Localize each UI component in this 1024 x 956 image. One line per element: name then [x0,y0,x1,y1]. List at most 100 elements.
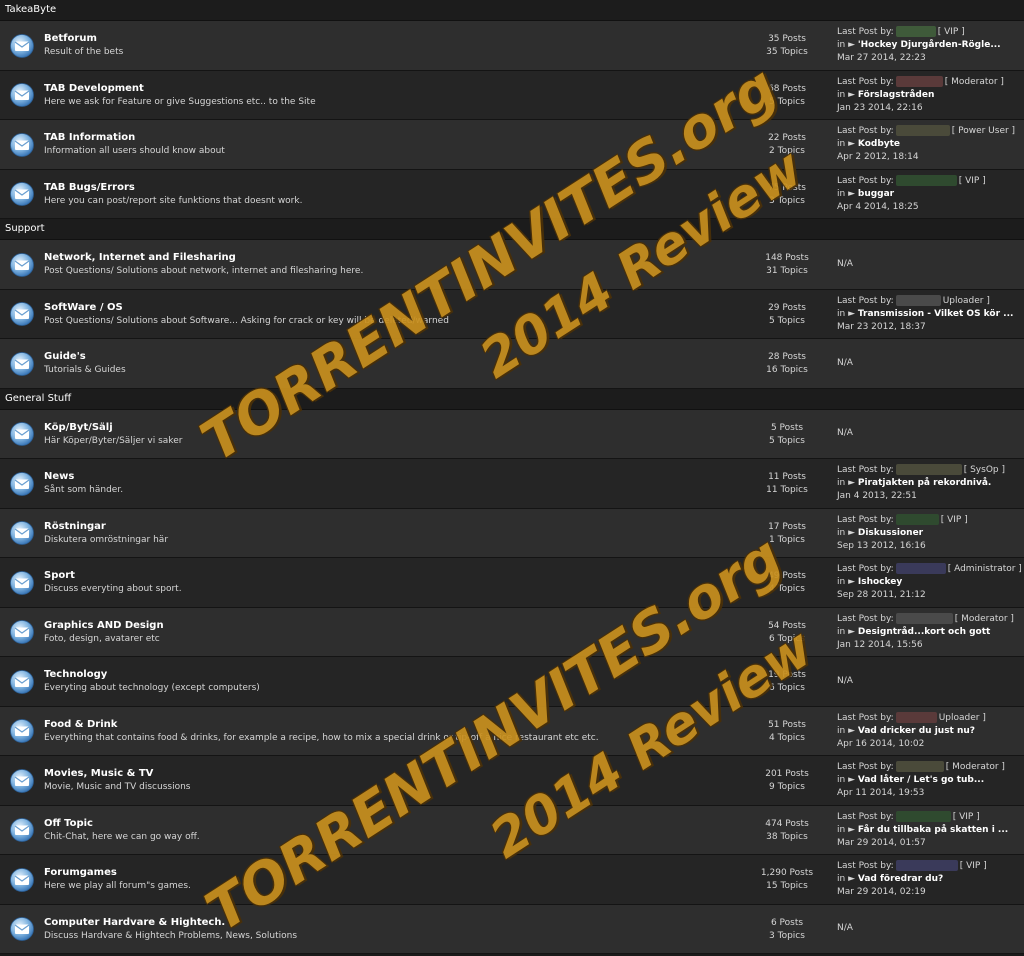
blurred-username[interactable] [895,125,950,136]
last-post-label: Last Post by: [837,811,894,822]
user-role: Uploader ] [942,295,990,306]
forum-title[interactable]: Network, Internet and Filesharing [44,252,236,263]
in-label: in ► [837,139,855,149]
forum-row[interactable]: TAB Development Here we ask for Feature o… [0,70,1024,120]
blurred-username[interactable] [895,612,953,624]
forum-description: Foto, design, avatarer etc [44,633,160,644]
forum-title[interactable]: Technology [44,669,107,680]
last-post-topic-link[interactable]: Diskussioner [858,528,923,538]
blurred-username[interactable] [895,860,958,871]
last-post-topic-link[interactable]: Förslagstråden [858,90,935,100]
forum-row[interactable]: TAB Information Information all users sho… [0,120,1024,170]
forum-title[interactable]: SoftWare / OS [44,302,123,313]
forum-stats: 474 Posts 38 Topics [752,818,822,844]
forum-row[interactable]: Köp/Byt/Sälj Här Köper/Byter/Säljer vi sa… [0,409,1024,459]
blurred-username[interactable] [895,711,937,723]
last-post: Last Post by: [ Moderator ] in ► Vad låter… [837,761,1005,800]
last-post-topic-line: in ► 'Hockey Djurgården-Rögle... [837,39,1001,52]
forum-title[interactable]: Guide's [44,351,86,362]
forum-title[interactable]: Computer Hardvare & Hightech. [44,917,225,928]
forum-row[interactable]: TAB Bugs/Errors Here you can post/report … [0,169,1024,219]
last-post-topic-line: in ► Transmission - Vilket OS kör ... [837,308,1013,321]
last-post-topic-link[interactable]: buggar [858,189,894,199]
forum-row[interactable]: Off Topic Chit-Chat, here we can go way o… [0,805,1024,855]
forum-row[interactable]: Food & Drink Everything that contains foo… [0,706,1024,756]
last-post-label: Last Post by: [837,762,894,772]
post-count: 11 Posts [768,472,806,482]
last-post-topic-link[interactable]: Transmission - Vilket OS kör ... [858,309,1014,319]
mail-envelope-icon [10,132,34,157]
last-post: Last Post by: [ Administrator ] in ► Ishoc… [837,563,1022,602]
forum-row[interactable]: Forumgames Here we play all forum"s games… [0,855,1024,905]
post-count: 17 Posts [768,521,806,532]
blurred-username[interactable] [895,75,943,87]
forum-title[interactable]: Forumgames [44,867,117,878]
last-post-none: N/A [837,428,853,439]
last-post-date: Apr 2 2012, 18:14 [837,152,919,162]
forum-row[interactable]: Computer Hardvare & Hightech. Discuss Har… [0,904,1024,954]
forum-title[interactable]: Betforum [44,33,97,44]
forum-stats: 148 Posts 31 Topics [752,252,822,278]
last-post-topic-link[interactable]: 'Hockey Djurgården-Rögle... [858,40,1001,50]
forum-title[interactable]: Röstningar [44,521,106,532]
last-post: Last Post by: [ Moderator ] in ► Designtrå… [837,612,1014,652]
forum-title[interactable]: Off Topic [44,818,93,829]
forum-row[interactable]: Betforum Result of the bets 35 Posts 35 Top… [0,21,1024,71]
section-header-1: Support [0,219,1024,240]
forum-title[interactable]: TAB Development [44,83,144,94]
topic-count: 3 Topics [769,930,805,941]
forum-title[interactable]: TAB Information [44,132,135,143]
in-label: in ► [837,824,855,835]
last-post-topic-link[interactable]: Vad låter / Let's go tub... [858,775,984,785]
forum-row[interactable]: Röstningar Diskutera omröstningar här 17 P… [0,508,1024,558]
forum-row[interactable]: SoftWare / OS Post Questions/ Solutions a… [0,289,1024,339]
last-post-label: Last Post by: [837,175,894,186]
blurred-username[interactable] [895,810,951,822]
last-post-by: Last Post by: [ Moderator ] [837,75,1004,89]
blurred-username[interactable] [895,761,944,772]
blurred-username[interactable] [895,464,962,475]
last-post: Last Post by:[ Power User ] in ► Kodbyte A… [837,125,1015,164]
last-post-topic-link[interactable]: Får du tillbaka på skatten i ... [858,825,1008,835]
blurred-username[interactable] [895,513,939,525]
blurred-username[interactable] [895,174,957,186]
forum-stats: 68 Posts 5 Topics [752,83,822,109]
forum-row[interactable]: Sport Discuss everyting about sport. 49 Po… [0,558,1024,608]
blurred-username[interactable] [895,294,941,306]
forum-row[interactable]: Movies, Music & TV Movie, Music and TV di… [0,756,1024,806]
topic-count: 6 Topics [769,633,805,644]
last-post-topic-link[interactable]: Vad föredrar du? [858,874,943,884]
forum-title[interactable]: Food & Drink [44,719,117,730]
last-post-topic-link[interactable]: Kodbyte [858,139,900,149]
forum-title[interactable]: Graphics AND Design [44,620,164,631]
user-role: [ Moderator ] [954,613,1014,624]
last-post-topic-link[interactable]: Designtråd...kort och gott [858,627,990,637]
last-post-topic-link[interactable]: Ishockey [858,577,902,587]
last-post-by: Last Post by: [ VIP ] [837,860,987,873]
last-post-topic-link[interactable]: Piratjakten på rekordnivå. [858,478,991,488]
blurred-username[interactable] [895,26,936,37]
post-count: 474 Posts [765,818,809,829]
forum-title[interactable]: TAB Bugs/Errors [44,182,135,193]
last-post-topic-line: in ► Vad föredrar du? [837,873,987,886]
last-post-topic-link[interactable]: Vad dricker du just nu? [858,726,975,736]
blurred-username[interactable] [895,563,946,574]
forum-row[interactable]: News Sånt som händer. 11 Posts 11 Topics Las… [0,459,1024,509]
last-post: Last Post by: [ VIP ] in ► 'Hockey Djurgår… [837,26,1001,65]
forum-description: Diskutera omröstningar här [44,534,169,545]
forum-title[interactable]: News [44,471,74,482]
forum-stats: 35 Posts 35 Topics [752,33,822,59]
mail-envelope-icon [10,719,34,744]
last-post-none: N/A [837,357,853,368]
forum-title[interactable]: Sport [44,570,75,581]
forum-row[interactable]: Guide's Tutorials & Guides 28 Posts 16 Topi… [0,339,1024,389]
last-post-date: Jan 23 2014, 22:16 [837,102,923,113]
last-post-topic-line: in ► buggar [837,188,986,201]
post-count: 54 Posts [768,620,806,631]
forum-title[interactable]: Movies, Music & TV [44,768,153,779]
forum-title[interactable]: Köp/Byt/Sälj [44,422,113,433]
last-post-date: Sep 28 2011, 21:12 [837,590,926,600]
forum-row[interactable]: Network, Internet and Filesharing Post Qu… [0,240,1024,290]
forum-row[interactable]: Graphics AND Design Foto, design, avatare… [0,607,1024,657]
forum-row[interactable]: Technology Everyting about technology (ex… [0,657,1024,707]
